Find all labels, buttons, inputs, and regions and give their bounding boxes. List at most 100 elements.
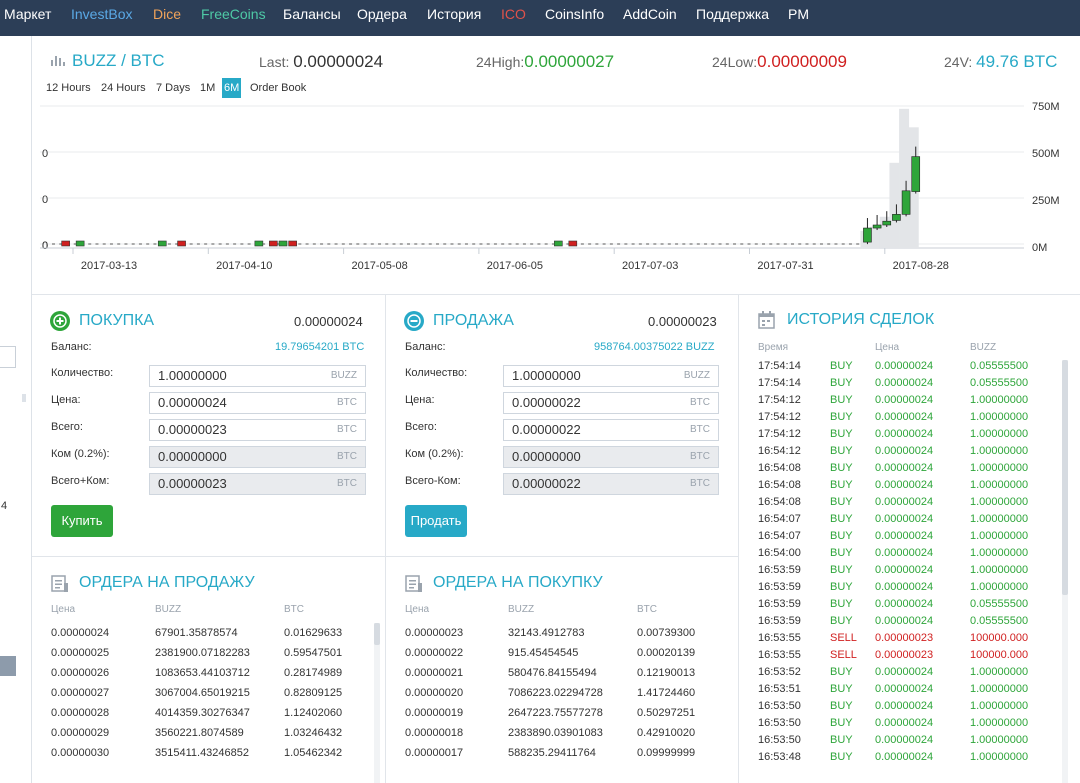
history-cell: 0.00000024 <box>875 666 934 678</box>
sell-order-cell: 0.00000027 <box>51 687 110 699</box>
sell-price-input[interactable]: 0.00000022 BTC <box>503 392 719 414</box>
history-cell: 100000.000 <box>970 649 1029 661</box>
history-cell: BUY <box>830 411 853 423</box>
sell-qty-input[interactable]: 1.00000000 BUZZ <box>503 365 719 387</box>
buy-order-cell: 32143.4912783 <box>508 627 585 639</box>
history-cell: 0.00000024 <box>875 496 934 508</box>
buy-total-unit: BTC <box>337 424 357 435</box>
tab-7-days[interactable]: 7 Days <box>154 78 192 98</box>
sell-orders-scroll-thumb[interactable] <box>374 623 380 645</box>
buy-order-cell: 0.00000019 <box>405 707 464 719</box>
col-divider-2 <box>738 294 739 783</box>
buy-orders-header-btc: BTC <box>637 604 657 615</box>
plus-circle-icon <box>50 311 70 331</box>
history-header-buzz: BUZZ <box>970 342 997 353</box>
tab-12-hours[interactable]: 12 Hours <box>44 78 93 98</box>
buy-title: ПОКУПКА <box>79 312 155 329</box>
history-cell: BUY <box>830 598 853 610</box>
tab-order-book[interactable]: Order Book <box>248 78 308 98</box>
buy-total-fee-label: Всего+Ком: <box>51 475 110 487</box>
history-cell: 100000.000 <box>970 632 1029 644</box>
nav-item-balances[interactable]: Балансы <box>283 6 341 22</box>
sell-total-fee-field: 0.00000022 BTC <box>503 473 719 495</box>
nav-item-addcoin[interactable]: AddCoin <box>623 6 677 22</box>
history-cell: 16:54:00 <box>758 547 801 559</box>
nav-item-freecoins[interactable]: FreeCoins <box>201 6 266 22</box>
history-cell: BUY <box>830 700 853 712</box>
sell-orders-table: Цена BUZZ BTC 0.00000024 67901.35878574 0.… <box>51 602 381 783</box>
history-cell: 0.00000024 <box>875 564 934 576</box>
buy-price-input[interactable]: 0.00000024 BTC <box>149 392 366 414</box>
history-cell: 0.00000023 <box>875 649 934 661</box>
list-icon <box>51 575 68 592</box>
sell-orders-scrollbar[interactable] <box>374 623 380 783</box>
chart-candle <box>157 240 167 247</box>
history-scroll-thumb[interactable] <box>1062 360 1068 595</box>
sidebar-number: 4 <box>1 500 8 512</box>
high-value: 0.00000027 <box>524 52 615 71</box>
history-cell: 0.00000024 <box>875 360 934 372</box>
history-cell: 0.00000024 <box>875 734 934 746</box>
buy-qty-input[interactable]: 1.00000000 BUZZ <box>149 365 366 387</box>
buy-balance-value[interactable]: 19.79654201 BTC <box>275 341 364 353</box>
buy-order-cell: 0.00020139 <box>637 647 696 659</box>
history-cell: BUY <box>830 394 853 406</box>
nav-item-ico[interactable]: ICO <box>501 6 526 22</box>
history-cell: 0.00000024 <box>875 462 934 474</box>
buy-order-cell: 0.00000023 <box>405 627 464 639</box>
chart-candle <box>254 240 264 247</box>
tab-1m[interactable]: 1M <box>198 78 217 98</box>
history-cell: BUY <box>830 751 853 763</box>
sidebar-input[interactable] <box>0 346 16 368</box>
history-cell: 16:54:07 <box>758 530 801 542</box>
history-cell: 1.00000000 <box>970 666 1029 678</box>
buy-fee-field: 0.00000000 BTC <box>149 446 366 468</box>
history-cell: 16:53:55 <box>758 632 801 644</box>
low-label: 24Low: <box>712 54 758 70</box>
sell-orders-title: ОРДЕРА НА ПРОДАЖУ <box>79 574 255 591</box>
nav-item-support[interactable]: Поддержка <box>696 6 769 22</box>
buy-button[interactable]: Купить <box>51 505 113 537</box>
sell-order-cell: 0.00000025 <box>51 647 110 659</box>
nav-item-coinsinfo[interactable]: CoinsInfo <box>545 6 604 22</box>
sell-orders-header-btc: BTC <box>284 604 304 615</box>
nav-item-investbox[interactable]: InvestBox <box>71 6 132 22</box>
chart-candle <box>554 240 563 247</box>
history-cell: 0.00000024 <box>875 445 934 457</box>
chart-x-tick-label: 2017-08-28 <box>893 260 949 272</box>
nav-item-history[interactable]: История <box>427 6 481 22</box>
sidebar-selected-item[interactable] <box>0 656 16 676</box>
history-cell: 16:53:50 <box>758 717 801 729</box>
history-cell: 1.00000000 <box>970 547 1029 559</box>
main-panel: BUZZ / BTC Last: 0.00000024 24High:0.000… <box>32 36 1080 783</box>
tab-6m[interactable]: 6M <box>222 78 242 98</box>
buy-order-cell: 0.00000021 <box>405 667 464 679</box>
history-cell: 0.00000024 <box>875 394 934 406</box>
history-scrollbar[interactable] <box>1062 360 1068 783</box>
chart-right-tick-label: 0M <box>1032 242 1047 254</box>
nav-item-dice[interactable]: Dice <box>153 6 181 22</box>
history-cell: BUY <box>830 717 853 729</box>
buy-order-cell: 915.45454545 <box>508 647 579 659</box>
nav-item-orders[interactable]: Ордера <box>357 6 407 22</box>
history-cell: 16:54:07 <box>758 513 801 525</box>
sell-price: 0.00000023 <box>648 314 717 329</box>
nav-item-market[interactable]: Маркет <box>4 6 51 22</box>
buy-total-input[interactable]: 0.00000023 BTC <box>149 419 366 441</box>
tab-24-hours[interactable]: 24 Hours <box>99 78 148 98</box>
sell-fee-value: 0.00000000 <box>512 449 581 464</box>
sell-total-input[interactable]: 0.00000022 BTC <box>503 419 719 441</box>
high-24: 24High:0.00000027 <box>476 52 614 72</box>
buy-orders-title: ОРДЕРА НА ПОКУПКУ <box>433 574 603 591</box>
sell-balance-value[interactable]: 958764.00375022 BUZZ <box>594 341 714 353</box>
history-cell: BUY <box>830 377 853 389</box>
history-cell: 1.00000000 <box>970 734 1029 746</box>
history-cell: 0.00000024 <box>875 751 934 763</box>
sell-order-cell: 1.12402060 <box>284 707 343 719</box>
sell-button[interactable]: Продать <box>405 505 467 537</box>
nav-item-pm[interactable]: PM <box>788 6 809 22</box>
history-cell: 0.00000024 <box>875 581 934 593</box>
buy-orders-header-buzz: BUZZ <box>508 604 535 615</box>
history-cell: 0.00000024 <box>875 615 934 627</box>
buy-order-cell: 0.42910020 <box>637 727 696 739</box>
